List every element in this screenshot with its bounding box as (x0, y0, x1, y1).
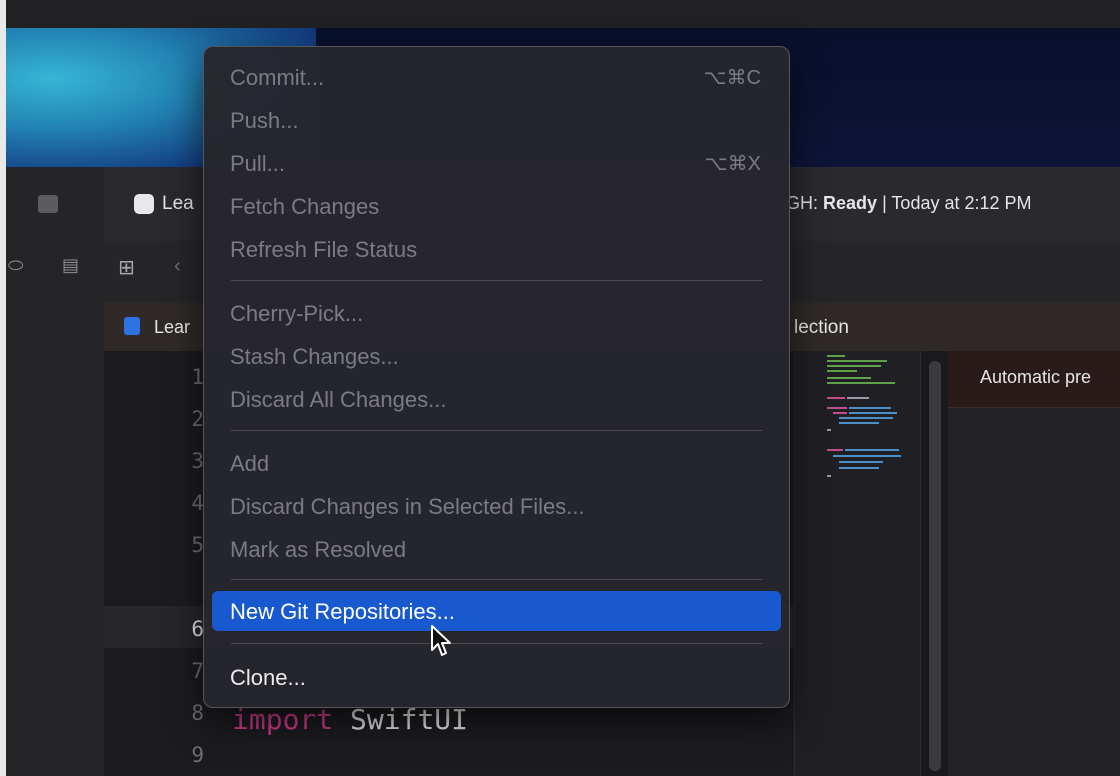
back-chevron-icon[interactable]: ‹ (174, 255, 181, 278)
line-number: 5 (191, 533, 204, 557)
editor-scrollbar[interactable] (920, 351, 949, 776)
minimap-line (849, 412, 897, 414)
menu-item-clone[interactable]: Clone... (212, 657, 781, 697)
canvas-preview: Automatic pre (948, 351, 1120, 776)
minimap-line (827, 360, 887, 362)
status-state: Ready (823, 193, 878, 213)
menu-item-mark-as-resolved[interactable]: Mark as Resolved (212, 529, 781, 569)
menu-item-label: Fetch Changes (230, 194, 380, 219)
menu-separator (231, 643, 762, 644)
menu-separator (231, 430, 762, 431)
menu-item-push[interactable]: Push... (212, 100, 781, 140)
swift-file-icon (124, 317, 140, 335)
menu-separator (231, 579, 762, 580)
minimap-line (827, 382, 895, 384)
minimap-line (827, 355, 845, 357)
line-number: 9 (191, 743, 204, 767)
menu-item-label: Add (230, 451, 270, 476)
mouse-pointer-icon (431, 625, 451, 656)
minimap-line (827, 365, 881, 367)
menu-item-label: New Git Repositories... (230, 599, 455, 624)
menu-item-new-git-repositories[interactable]: New Git Repositories... (212, 591, 781, 631)
minimap-line (839, 467, 879, 469)
menu-item-label: Refresh File Status (230, 237, 418, 262)
minimap-line (827, 370, 857, 372)
minimap[interactable] (794, 351, 921, 776)
minimap-line (847, 397, 869, 399)
sidebar-square-icon[interactable] (38, 195, 58, 213)
menu-item-cherry-pick[interactable]: Cherry-Pick... (212, 293, 781, 333)
menu-item-refresh-file-status[interactable]: Refresh File Status (212, 229, 781, 269)
menu-item-label: Discard Changes in Selected Files... (230, 494, 585, 519)
jump-bar-file[interactable]: Lear (154, 317, 190, 338)
minimap-line (839, 461, 883, 463)
menu-separator (231, 280, 762, 281)
menu-item-pull[interactable]: Pull... ⌥⌘X (212, 143, 781, 183)
line-number: 6 (191, 617, 204, 641)
tab-title[interactable]: Lea (162, 193, 194, 215)
menu-item-shortcut: ⌥⌘X (704, 153, 761, 175)
minimap-line (827, 397, 845, 399)
minimap-line (827, 377, 871, 379)
menu-item-label: Clone... (230, 665, 306, 690)
minimap-line (827, 449, 843, 451)
line-number: 2 (191, 407, 204, 431)
macos-menu-bar (6, 0, 1120, 29)
minimap-line (827, 475, 831, 477)
line-number: 8 (191, 701, 204, 725)
status-prefix: GH: (786, 193, 819, 213)
menu-item-label: Commit... (230, 65, 325, 90)
minimap-line (839, 417, 893, 419)
activity-status: GH: Ready | Today at 2:12 PM (786, 193, 1032, 214)
minimap-line (827, 429, 831, 431)
minimap-line (827, 407, 847, 409)
menu-item-label: Discard All Changes... (230, 387, 447, 412)
status-time: | Today at 2:12 PM (882, 193, 1032, 213)
list-icon[interactable]: ▤ (62, 255, 79, 276)
line-number: 4 (191, 491, 204, 515)
app-icon (134, 194, 154, 214)
menu-item-commit[interactable]: Commit... ⌥⌘C (212, 57, 781, 97)
menu-item-shortcut: ⌥⌘C (703, 67, 762, 89)
menu-item-discard-changes-selected[interactable]: Discard Changes in Selected Files... (212, 486, 781, 526)
minimap-line (833, 412, 847, 414)
jump-bar-selection[interactable]: lection (794, 317, 849, 339)
minimap-line (839, 422, 879, 424)
menu-item-label: Pull... (230, 151, 286, 176)
menu-item-fetch-changes[interactable]: Fetch Changes (212, 186, 781, 226)
tag-icon[interactable]: ⬭ (8, 255, 23, 276)
menu-item-label: Mark as Resolved (230, 537, 407, 562)
minimap-line (849, 407, 891, 409)
menu-item-label: Push... (230, 108, 299, 133)
menu-item-discard-all-changes[interactable]: Discard All Changes... (212, 379, 781, 419)
menu-item-add[interactable]: Add (212, 443, 781, 483)
menu-item-stash-changes[interactable]: Stash Changes... (212, 336, 781, 376)
preview-label: Automatic pre (980, 367, 1092, 387)
menu-item-label: Cherry-Pick... (230, 301, 364, 326)
line-number: 7 (191, 659, 204, 683)
preview-header: Automatic pre (948, 351, 1120, 408)
source-control-menu: Commit... ⌥⌘C Push... Pull... ⌥⌘X Fetch … (203, 46, 790, 708)
menu-item-label: Stash Changes... (230, 344, 399, 369)
minimap-line (833, 455, 901, 457)
scrollbar-thumb[interactable] (929, 361, 941, 771)
line-number: 3 (191, 449, 204, 473)
line-number: 1 (191, 365, 204, 389)
navigator-sidebar: ⬭ ▤ (6, 167, 105, 776)
minimap-line (845, 449, 899, 451)
grid-icon[interactable]: ⊞ (118, 255, 135, 280)
